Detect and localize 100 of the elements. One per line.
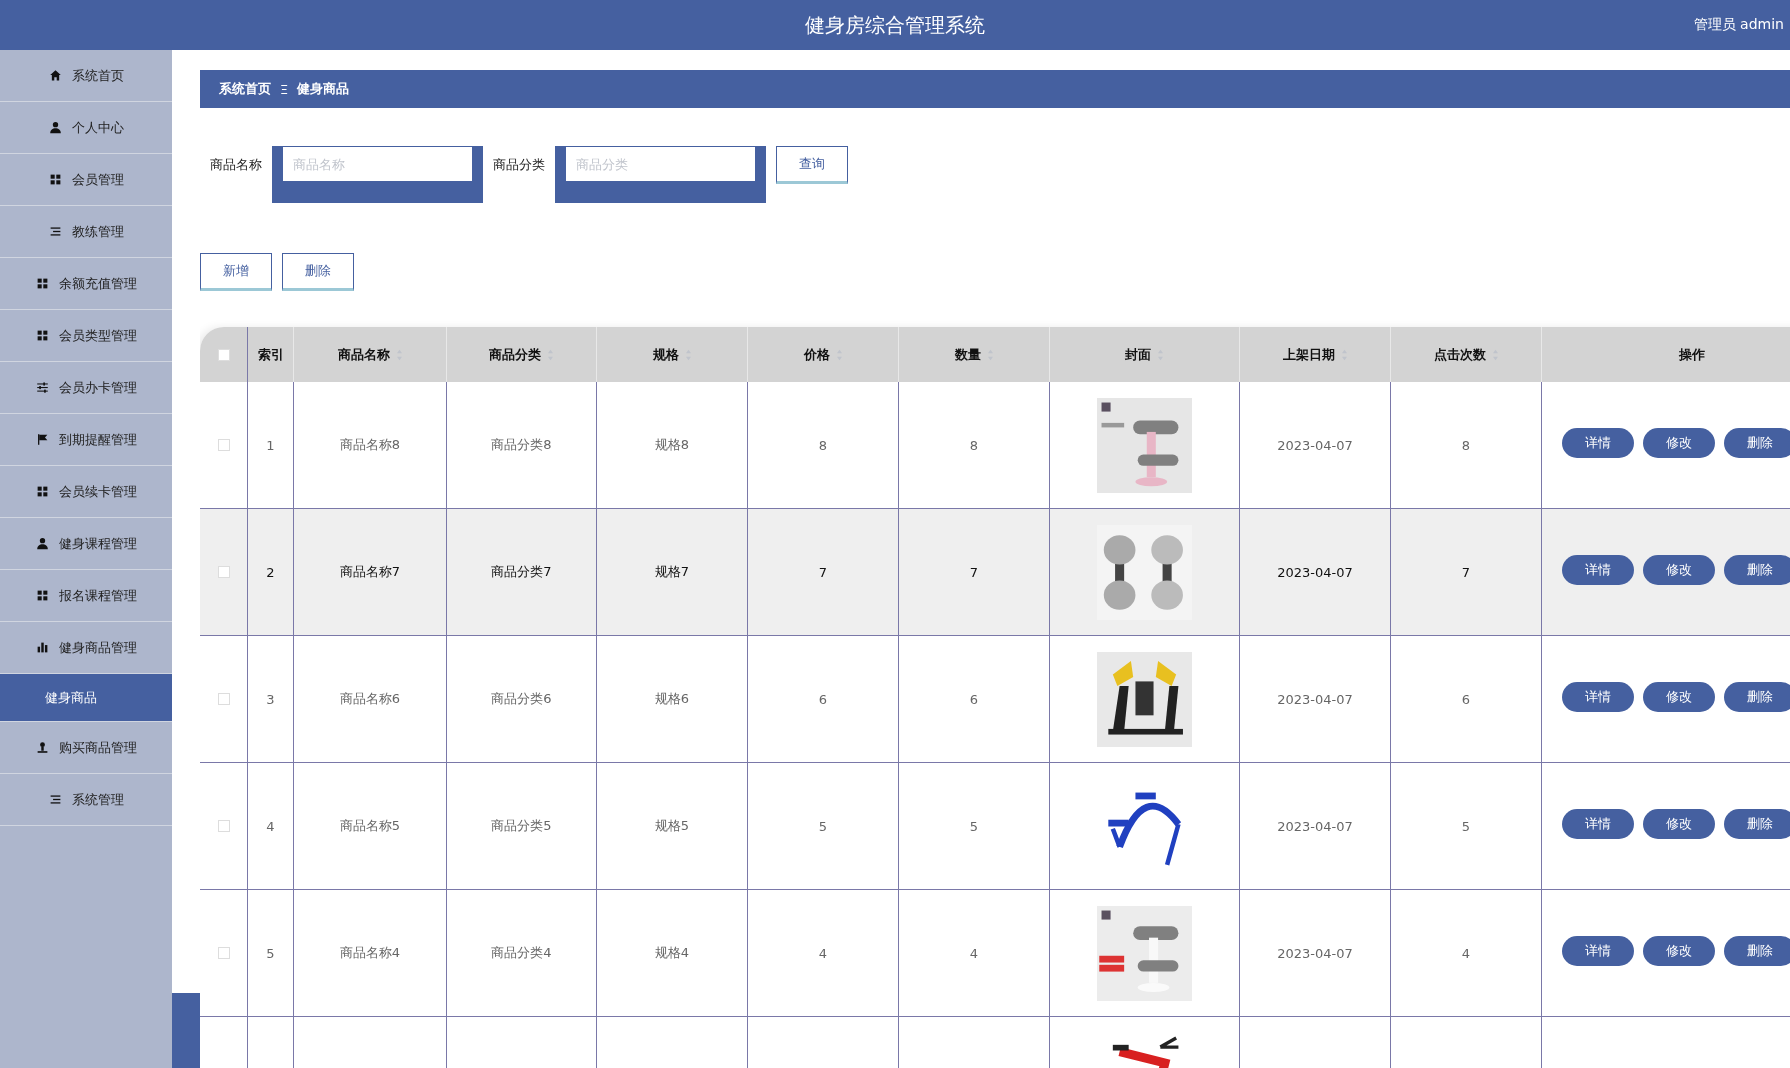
column-header[interactable]: 价格: [748, 327, 899, 382]
price-cell: 5: [818, 818, 828, 834]
row-checkbox[interactable]: [217, 566, 230, 578]
table-row[interactable]: 5 商品名称4 商品分类4 规格4 4 4 2023-04-07 4 详情 修改 删除: [200, 890, 1790, 1017]
row-action-button[interactable]: 详情: [1562, 935, 1634, 966]
name-cell: 商品名称7: [339, 563, 401, 581]
column-header[interactable]: 规格: [597, 327, 748, 382]
row-checkbox[interactable]: [217, 820, 230, 832]
spec-cell: 规格7: [654, 563, 690, 581]
row-action-button[interactable]: 删除: [1724, 427, 1790, 458]
sidebar-item[interactable]: 健身课程管理: [0, 518, 172, 570]
sidebar-item[interactable]: 购买商品管理: [0, 722, 172, 774]
name-cell: 商品名称6: [339, 690, 401, 708]
row-action-button[interactable]: 修改: [1643, 554, 1715, 585]
spec-cell: 规格4: [654, 944, 690, 962]
price-cell: 7: [818, 564, 828, 580]
column-header[interactable]: 点击次数: [1391, 327, 1542, 382]
row-checkbox[interactable]: [217, 693, 230, 705]
column-header[interactable]: 操作: [1542, 327, 1790, 382]
column-header[interactable]: 数量: [899, 327, 1050, 382]
breadcrumb-link[interactable]: 系统首页: [219, 80, 271, 98]
sidebar-item[interactable]: 会员续卡管理: [0, 466, 172, 518]
grid-icon: [48, 173, 62, 186]
breadcrumb-separator: Ξ: [280, 81, 289, 97]
row-action-button[interactable]: 删除: [1724, 935, 1790, 966]
sidebar-item[interactable]: 个人中心: [0, 102, 172, 154]
person-icon: [35, 741, 49, 754]
category-cell: 商品分类6: [491, 690, 552, 708]
flag-icon: [35, 433, 49, 446]
column-header[interactable]: 商品名称: [294, 327, 447, 382]
column-header[interactable]: 索引: [248, 327, 294, 382]
sidebar-item[interactable]: 报名课程管理: [0, 570, 172, 622]
row-action-button[interactable]: 详情: [1562, 681, 1634, 712]
name-cell: 商品名称8: [339, 436, 401, 454]
search-field[interactable]: 商品分类: [555, 146, 766, 203]
row-action-button[interactable]: 详情: [1562, 427, 1634, 458]
table-row[interactable]: 3 商品名称6 商品分类6 规格6 6 6 2023-04-07 6 详情 修改 删除: [200, 636, 1790, 763]
name-cell: 商品名称4: [339, 944, 401, 962]
index-cell: 4: [266, 818, 275, 834]
sidebar-item[interactable]: 系统管理: [0, 774, 172, 826]
sidebar-subitem[interactable]: 健身商品: [0, 674, 172, 722]
select-all-checkbox[interactable]: [217, 348, 230, 361]
grid-icon: [35, 485, 49, 498]
row-action-button[interactable]: 删除: [1724, 808, 1790, 839]
row-action-button[interactable]: 修改: [1643, 681, 1715, 712]
sliders-icon: [35, 381, 49, 394]
grid-icon: [35, 589, 49, 602]
table-row[interactable]: 1 商品名称8 商品分类8 规格8 8 8 2023-04-07 8 详情 修改 删除: [200, 382, 1790, 509]
row-action-button[interactable]: 修改: [1643, 935, 1715, 966]
sidebar-item[interactable]: 到期提醒管理: [0, 414, 172, 466]
clicks-cell: 7: [1461, 564, 1471, 580]
app-title: 健身房综合管理系统: [805, 11, 985, 39]
sidebar-item[interactable]: 教练管理: [0, 206, 172, 258]
bar-chart-icon: [35, 641, 49, 654]
category-cell: 商品分类7: [491, 563, 552, 581]
sidebar-item[interactable]: 会员管理: [0, 154, 172, 206]
row-checkbox[interactable]: [217, 947, 230, 959]
price-cell: 6: [818, 691, 828, 707]
quantity-cell: 8: [969, 437, 979, 453]
index-cell: 3: [266, 691, 275, 707]
date-cell: 2023-04-07: [1277, 691, 1353, 707]
sidebar-item[interactable]: 会员类型管理: [0, 310, 172, 362]
quantity-cell: 6: [969, 691, 979, 707]
spec-cell: 规格6: [654, 690, 690, 708]
breadcrumb-link[interactable]: 健身商品: [297, 80, 350, 98]
row-action-button[interactable]: 删除: [1724, 681, 1790, 712]
row-action-button[interactable]: 删除: [1724, 554, 1790, 585]
row-checkbox[interactable]: [217, 439, 230, 451]
quantity-cell: 5: [969, 818, 979, 834]
clicks-cell: 5: [1461, 818, 1471, 834]
column-header[interactable]: 封面: [1050, 327, 1240, 382]
row-action-button[interactable]: 修改: [1643, 427, 1715, 458]
row-action-button[interactable]: 详情: [1562, 554, 1634, 585]
category-cell: 商品分类8: [491, 436, 552, 454]
field-label: 商品名称: [210, 156, 262, 174]
date-cell: 2023-04-07: [1277, 945, 1353, 961]
column-header[interactable]: 上架日期: [1240, 327, 1391, 382]
search-field[interactable]: 商品名称: [272, 146, 483, 203]
home-icon: [48, 69, 62, 82]
action-button[interactable]: 删除: [282, 253, 354, 291]
clicks-cell: 8: [1461, 437, 1471, 453]
column-header[interactable]: 商品分类: [447, 327, 597, 382]
index-cell: 1: [266, 437, 275, 453]
list-icon: [48, 793, 62, 806]
sidebar-item[interactable]: 会员办卡管理: [0, 362, 172, 414]
field-label: 商品分类: [493, 156, 545, 174]
table-row[interactable]: 2 商品名称7 商品分类7 规格7 7 7 2023-04-07 7 详情 修改 删除: [200, 509, 1790, 636]
sidebar-item[interactable]: 余额充值管理: [0, 258, 172, 310]
date-cell: 2023-04-07: [1277, 437, 1353, 453]
sidebar-item[interactable]: 系统首页: [0, 50, 172, 102]
grid-icon: [35, 277, 49, 290]
row-action-button[interactable]: 修改: [1643, 808, 1715, 839]
row-action-button[interactable]: 详情: [1562, 808, 1634, 839]
quantity-cell: 4: [969, 945, 979, 961]
action-button[interactable]: 新增: [200, 253, 272, 291]
spec-cell: 规格5: [654, 817, 690, 835]
index-cell: 5: [266, 945, 275, 961]
query-button[interactable]: 查询: [776, 146, 848, 184]
clicks-cell: 4: [1461, 945, 1471, 961]
table-row[interactable]: 4 商品名称5 商品分类5 规格5 5 5 2023-04-07 5 详情 修改 删除: [200, 763, 1790, 890]
